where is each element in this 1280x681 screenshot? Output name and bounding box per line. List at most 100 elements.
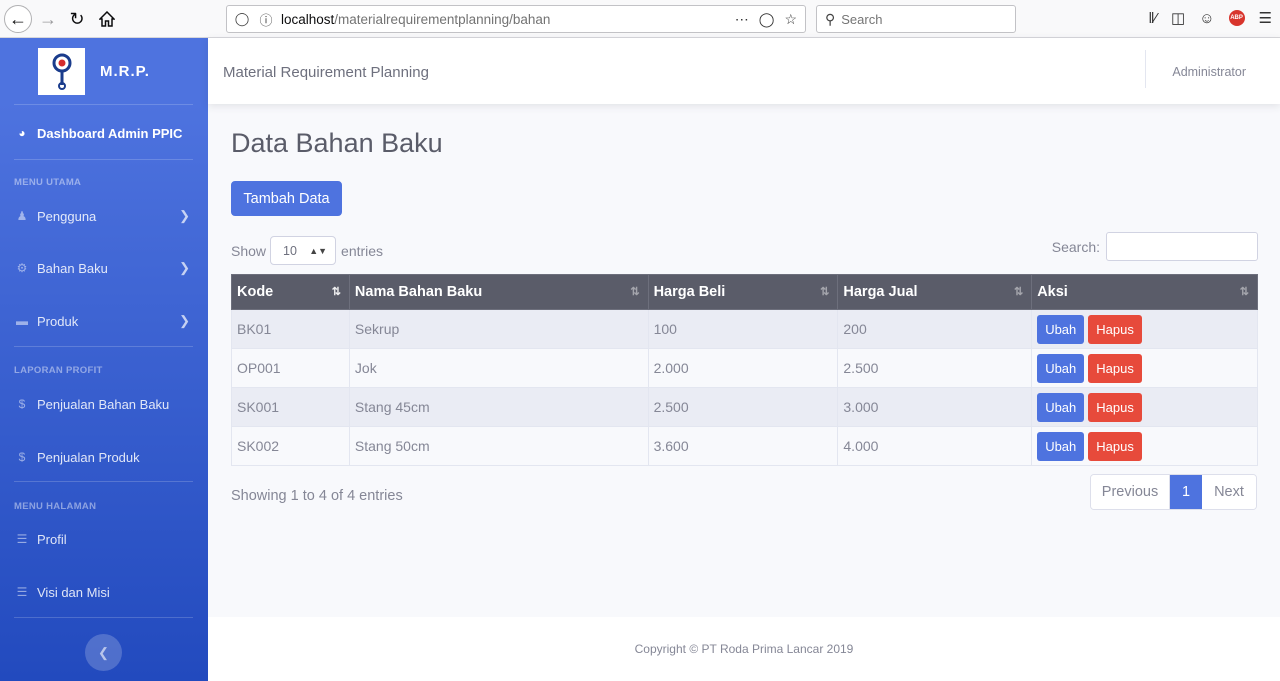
table-row: BK01 Sekrup 100 200 Ubah Hapus <box>231 309 1258 349</box>
sidebar-item-visi-misi[interactable]: ☰ Visi dan Misi <box>0 572 208 612</box>
sort-icon: ⇅ <box>1013 286 1024 298</box>
cell-harga-beli: 2.000 <box>647 348 839 388</box>
cell-nama: Stang 45cm <box>348 387 649 427</box>
chevron-left-icon: ❮ <box>98 644 109 660</box>
shield-icon[interactable]: ◯ <box>233 11 251 27</box>
edit-button[interactable]: Ubah <box>1037 431 1085 461</box>
sidebar-toggle-icon[interactable]: ◫ <box>1171 9 1185 27</box>
table-row: SK002 Stang 50cm 3.600 4.000 Ubah Hapus <box>231 426 1258 466</box>
show-label: Show <box>231 242 267 259</box>
sidebar-divider <box>14 617 193 618</box>
sidebar-divider <box>14 481 193 482</box>
add-data-button[interactable]: Tambah Data <box>231 181 342 216</box>
sidebar-brand[interactable]: M.R.P. <box>0 38 208 104</box>
table-row: SK001 Stang 45cm 2.500 3.000 Ubah Hapus <box>231 387 1258 427</box>
info-icon[interactable]: ⓘ <box>257 10 275 29</box>
cell-aksi: Ubah Hapus <box>1031 426 1258 466</box>
sidebar-item-bahan-baku[interactable]: ⚙ Bahan Baku ❯ <box>0 248 208 288</box>
sidebar-divider <box>14 346 193 347</box>
column-header-nama[interactable]: Nama Bahan Baku ⇅ <box>348 274 649 310</box>
delete-button[interactable]: Hapus <box>1088 431 1142 461</box>
brand-name: M.R.P. <box>100 62 150 80</box>
url-path: /materialrequirementplanning/bahan <box>334 11 551 27</box>
table-row: OP001 Jok 2.000 2.500 Ubah Hapus <box>231 348 1258 388</box>
adblock-icon[interactable]: ABP <box>1228 10 1245 26</box>
sidebar-item-label: Bahan Baku <box>37 260 108 276</box>
browser-search-input[interactable] <box>841 11 1002 27</box>
column-header-label: Aksi <box>1037 284 1068 300</box>
cell-harga-beli: 2.500 <box>647 387 839 427</box>
sidebar-item-label: Pengguna <box>37 208 97 224</box>
entries-select[interactable]: 10 ▲▼ <box>270 236 337 265</box>
url-text[interactable]: localhost/materialrequirementplanning/ba… <box>281 12 735 27</box>
tachometer-icon: ◕ <box>18 126 26 140</box>
account-icon[interactable]: ☺ <box>1199 10 1214 27</box>
cell-aksi: Ubah Hapus <box>1031 309 1258 349</box>
sidebar-item-label: Penjualan Bahan Baku <box>37 396 170 412</box>
sidebar-toggle-button[interactable]: ❮ <box>85 634 122 671</box>
cell-harga-jual: 4.000 <box>837 426 1033 466</box>
chevron-right-icon: ❯ <box>179 208 190 223</box>
sidebar-heading-menu-utama: MENU UTAMA <box>14 177 82 188</box>
bahan-baku-table: Kode ⇅ Nama Bahan Baku ⇅ Harga Beli ⇅ Harga… <box>231 274 1258 466</box>
column-header-label: Nama Bahan Baku <box>354 284 483 300</box>
back-arrow-icon[interactable]: ← <box>4 5 32 33</box>
page-title: Data Bahan Baku <box>231 128 443 158</box>
pagination: Previous 1 Next <box>1090 474 1257 510</box>
column-header-kode[interactable]: Kode ⇅ <box>231 274 350 310</box>
more-actions-icon[interactable]: ⋯ <box>735 11 749 28</box>
sidebar-item-penjualan-bahan-baku[interactable]: $ Penjualan Bahan Baku <box>0 384 208 424</box>
search-icon: ⚲ <box>825 10 836 27</box>
cell-nama: Stang 50cm <box>348 426 649 466</box>
table-search-input[interactable] <box>1106 232 1258 261</box>
sidebar-item-produk[interactable]: ▬ Produk ❯ <box>0 301 208 341</box>
sidebar-item-penjualan-produk[interactable]: $ Penjualan Produk <box>0 437 208 477</box>
edit-button[interactable]: Ubah <box>1037 314 1085 344</box>
delete-button[interactable]: Hapus <box>1088 314 1142 344</box>
chevron-right-icon: ❯ <box>179 313 190 328</box>
sidebar-item-dashboard[interactable]: ◕ Dashboard Admin PPIC <box>0 113 208 153</box>
reload-icon[interactable]: ↻ <box>64 6 90 32</box>
delete-button[interactable]: Hapus <box>1088 353 1142 383</box>
cell-kode: OP001 <box>231 348 350 388</box>
previous-page-button[interactable]: Previous <box>1091 475 1170 509</box>
sidebar: M.R.P. ◕ Dashboard Admin PPIC MENU UTAMA… <box>0 38 208 681</box>
hamburger-menu-icon[interactable]: ☰ <box>1259 9 1272 27</box>
page-1-button[interactable]: 1 <box>1170 475 1202 509</box>
box-icon: ▬ <box>16 314 28 328</box>
sidebar-divider <box>14 159 193 160</box>
url-host: localhost <box>281 11 335 27</box>
sidebar-divider <box>14 104 193 105</box>
sort-icon: ⇅ <box>820 286 830 298</box>
column-header-harga-beli[interactable]: Harga Beli ⇅ <box>647 274 839 310</box>
delete-button[interactable]: Hapus <box>1088 392 1142 422</box>
cell-nama: Jok <box>348 348 649 388</box>
cell-aksi: Ubah Hapus <box>1031 387 1258 427</box>
next-page-button[interactable]: Next <box>1202 475 1256 509</box>
sidebar-item-profil[interactable]: ☰ Profil <box>0 519 208 559</box>
column-header-label: Harga Jual <box>843 284 918 300</box>
home-icon[interactable] <box>94 6 120 32</box>
topbar-divider <box>1145 50 1146 88</box>
list-icon: ☰ <box>16 532 28 546</box>
user-menu[interactable]: Administrator <box>1172 65 1246 79</box>
library-icon[interactable]: ‖⁄ <box>1148 10 1157 27</box>
dollar-icon: $ <box>18 450 26 464</box>
url-bar[interactable]: ◯ ⓘ localhost/materialrequirementplannin… <box>226 5 806 33</box>
sidebar-item-label: Penjualan Produk <box>37 449 140 465</box>
pocket-icon[interactable]: ◯ <box>759 11 775 28</box>
sidebar-item-pengguna[interactable]: ♟ Pengguna ❯ <box>0 196 208 236</box>
column-header-harga-jual[interactable]: Harga Jual ⇅ <box>837 274 1033 310</box>
edit-button[interactable]: Ubah <box>1037 392 1085 422</box>
browser-search-bar[interactable]: ⚲ <box>816 5 1016 33</box>
bookmark-star-icon[interactable]: ☆ <box>784 11 797 28</box>
sidebar-item-label: Dashboard Admin PPIC <box>37 125 183 141</box>
cog-icon: ⚙ <box>16 261 28 275</box>
column-header-aksi[interactable]: Aksi ⇅ <box>1031 274 1258 310</box>
sidebar-heading-laporan: LAPORAN PROFIT <box>14 365 103 376</box>
edit-button[interactable]: Ubah <box>1037 353 1085 383</box>
cell-kode: SK002 <box>231 426 350 466</box>
forward-arrow-icon[interactable]: → <box>35 6 61 32</box>
cell-harga-jual: 3.000 <box>837 387 1033 427</box>
sort-icon: ⇅ <box>630 286 640 298</box>
